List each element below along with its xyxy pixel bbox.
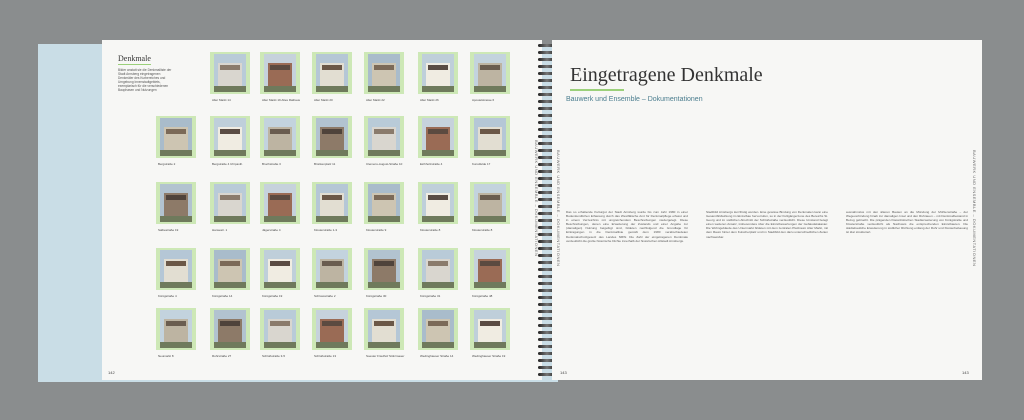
photo-caption: Hansestr. 1 — [212, 228, 228, 232]
building-photo — [312, 308, 352, 350]
building-photo — [312, 116, 352, 158]
building-photo — [312, 182, 352, 224]
building-photo — [156, 308, 196, 350]
photo-caption: Alter Markt 26 — [420, 98, 439, 102]
right-page-number-left: 143 — [560, 370, 567, 375]
subtitle: Bauwerk und Ensemble – Dokumentationen — [566, 96, 703, 103]
building-photo — [418, 182, 458, 224]
building-photo — [210, 308, 250, 350]
right-page-number-right: 143 — [962, 370, 969, 375]
photo-caption: Königstraße 4 — [158, 294, 177, 298]
photo-caption: Alter Markt 14 — [212, 98, 231, 102]
photo-caption: Jägerstraße 4 — [262, 228, 281, 232]
photo-caption: Clemens-August-Straße 10 — [366, 162, 403, 166]
right-side-label-left: BAUWERK UND ENSEMBLE – DOKUMENTATIONEN — [556, 150, 561, 267]
building-photo — [418, 52, 458, 94]
building-photo — [260, 248, 300, 290]
photo-caption: Königstraße 31 — [420, 294, 441, 298]
photo-caption: Soester Friedhof Stützmauer — [366, 354, 405, 358]
right-side-label-right: BAUWERK UND ENSEMBLE – DOKUMENTATIONEN — [972, 150, 977, 267]
photo-caption: Königstraße 48 — [472, 294, 493, 298]
text-column-1: Das so erhaltende Kulturgut der Stadt Ar… — [566, 210, 688, 243]
photo-caption: Klosterstraße 9 — [366, 228, 387, 232]
photo-caption: Schloßstraße 3-5 — [262, 354, 286, 358]
photo-caption: Wedinghauser Straße 14 — [420, 354, 454, 358]
photo-caption: Königstraße 19 — [262, 294, 283, 298]
building-photo — [364, 308, 404, 350]
building-photo — [312, 52, 352, 94]
building-photo — [470, 182, 510, 224]
photo-caption: Klosterstraße 8 — [420, 228, 441, 232]
section-title: Denkmale — [118, 54, 151, 65]
building-photo — [260, 308, 300, 350]
photo-caption: Neumarkt 8 — [158, 354, 174, 358]
text-column-2: Stadtbild Arnsbergs kurzfristig werden. … — [706, 210, 828, 239]
building-photo — [156, 116, 196, 158]
building-photo — [418, 116, 458, 158]
photo-caption: Alter Markt 20 — [314, 98, 333, 102]
building-photo — [260, 182, 300, 224]
photo-caption: Wedinghauser Straße 19 — [472, 354, 506, 358]
photo-caption: Schlossstraße 2 — [314, 294, 336, 298]
building-photo — [210, 52, 250, 94]
building-photo — [418, 308, 458, 350]
photo-caption: Salbestraße 19 — [158, 228, 179, 232]
photo-caption: Königstraße 30 — [366, 294, 387, 298]
building-photo — [312, 248, 352, 290]
intro-text: Bilder anstatt sie die Denkmalliste der … — [118, 68, 172, 92]
photo-caption: Königstraße 14 — [212, 294, 233, 298]
building-photo — [470, 52, 510, 94]
left-page-number: 142 — [108, 370, 115, 375]
photo-caption: Ruhrstraße 27 — [212, 354, 232, 358]
photo-caption: Alter Markt 19 Altes Rathaus — [262, 98, 301, 102]
building-photo — [470, 248, 510, 290]
title-underline — [570, 89, 624, 91]
building-photo — [210, 182, 250, 224]
photo-caption: Brückenplatz 11 — [314, 162, 336, 166]
building-photo — [260, 52, 300, 94]
building-photo — [364, 52, 404, 94]
main-title: Eingetragene Denkmale — [570, 64, 763, 86]
photo-caption: Schloßstraße 13 — [314, 354, 337, 358]
building-photo — [156, 182, 196, 224]
building-photo — [156, 248, 196, 290]
photo-caption: Klosterstraße 1-3 — [314, 228, 338, 232]
building-photo — [364, 116, 404, 158]
building-photo — [210, 248, 250, 290]
photo-caption: Apostelstrasse 6 — [472, 98, 495, 102]
left-page: Denkmale Bilder anstatt sie die Denkmall… — [102, 40, 542, 380]
building-photo — [260, 116, 300, 158]
photo-caption: Bergstraße 4 Uhrpavill. — [212, 162, 243, 166]
photo-caption: Eichholzstraße 4 — [420, 162, 443, 166]
photo-caption: Bergstraße 2 — [158, 162, 176, 166]
photo-caption: Klosterstraße 8 — [472, 228, 493, 232]
building-photo — [418, 248, 458, 290]
photo-caption: Alter Markt 22 — [366, 98, 385, 102]
text-column-3: ausnahmslos mit den älteren Bauten an di… — [846, 210, 968, 235]
building-photo — [364, 182, 404, 224]
photo-caption: Bruchstraße 3 — [262, 162, 281, 166]
photo-caption: Kunstfelde 17 — [472, 162, 491, 166]
building-photo — [470, 116, 510, 158]
building-photo — [210, 116, 250, 158]
building-photo — [470, 308, 510, 350]
building-photo — [364, 248, 404, 290]
